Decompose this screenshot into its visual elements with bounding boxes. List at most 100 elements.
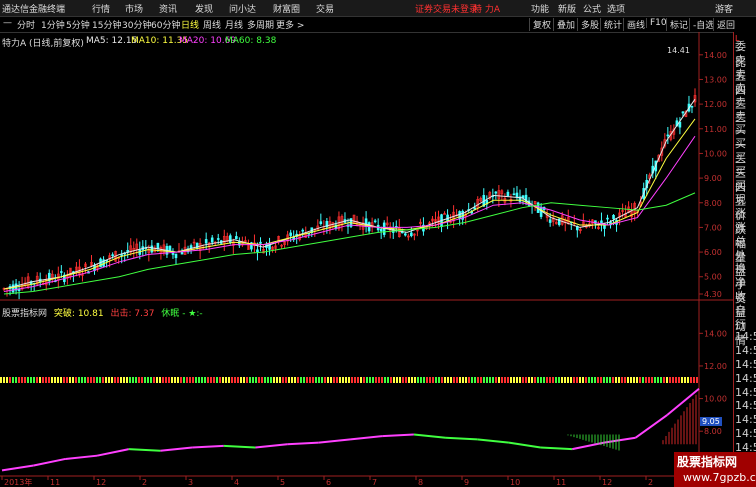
signal-band-cell <box>12 377 14 383</box>
sidebar-item[interactable]: 14:5 <box>735 330 756 343</box>
period-more[interactable]: 更多 > <box>276 18 304 31</box>
menu-caifuquan[interactable]: 财富圈 <box>273 2 300 15</box>
menu-faxian[interactable]: 发现 <box>195 2 213 15</box>
candle-body <box>515 192 519 198</box>
signal-band-cell <box>618 377 620 383</box>
signal-band-cell <box>339 377 341 383</box>
period-fenshi[interactable]: 分时 <box>17 18 35 31</box>
signal-band-cell <box>612 377 614 383</box>
overlay-button[interactable]: 叠加 <box>553 18 575 31</box>
candle-body <box>111 254 114 256</box>
signal-band-cell <box>585 377 587 383</box>
signal-band-cell <box>417 377 419 383</box>
signal-band-cell <box>321 377 323 383</box>
signal-band-cell <box>186 377 188 383</box>
sub-price-tick-label: 12.00 <box>704 362 727 371</box>
period-60min[interactable]: 60分钟 <box>151 18 180 31</box>
signal-band-cell <box>258 377 260 383</box>
menu-xuanxiang[interactable]: 选项 <box>607 2 625 15</box>
watchlist-button[interactable]: -自选 <box>689 18 714 31</box>
period-30min[interactable]: 30分钟 <box>122 18 151 31</box>
indicator-line-segment <box>350 435 383 441</box>
signal-band-cell <box>39 377 41 383</box>
signal-band-cell <box>666 377 668 383</box>
menu-jiaoyi[interactable]: 交易 <box>316 2 334 15</box>
sidebar-item[interactable]: 14:5 <box>735 344 756 357</box>
sidebar-item[interactable]: 14:5 <box>735 372 756 385</box>
sidebar-item[interactable]: 14:5 <box>735 386 756 399</box>
signal-band-cell <box>24 377 26 383</box>
signal-band-cell <box>255 377 257 383</box>
signal-band-cell <box>441 377 443 383</box>
f10-button[interactable]: F10 <box>646 18 667 28</box>
menu-shichang[interactable]: 市场 <box>125 2 143 15</box>
price-tick-label: 11.00 <box>704 125 727 134</box>
login-warning[interactable]: 证券交易未登录 <box>415 2 478 15</box>
time-tick-label: 12 <box>602 478 612 487</box>
signal-band-cell <box>84 377 86 383</box>
signal-band-cell <box>591 377 593 383</box>
signal-band-cell <box>366 377 368 383</box>
signal-band-cell <box>369 377 371 383</box>
time-axis: 2013年11122345678910111223 <box>1 476 699 487</box>
menu-hangqing[interactable]: 行情 <box>92 2 110 15</box>
candle-body <box>120 254 123 256</box>
time-tick-label: 2 <box>648 478 653 487</box>
signal-band-cell <box>384 377 386 383</box>
indicator-line-segment <box>382 433 414 438</box>
multi-stock-button[interactable]: 多股 <box>577 18 599 31</box>
signal-band-cell <box>576 377 578 383</box>
sidebar-item[interactable]: 14:5 <box>735 427 756 440</box>
main-chart-series <box>2 88 697 300</box>
signal-band-cell <box>282 377 284 383</box>
time-tick-label: 3 <box>188 478 193 487</box>
menu-xinban[interactable]: 新版 <box>558 2 576 15</box>
exit-value: 7.37 <box>134 309 155 319</box>
candle-body <box>210 237 214 243</box>
time-tick-label: 2013年 <box>4 477 32 487</box>
signal-band-cell <box>294 377 296 383</box>
app-title: 通达信金融终端 <box>2 5 66 15</box>
kline-chart-area[interactable]: 14.00 13.00 12.00 11.00 10.00 9.00 8.00 7.00 6.0… <box>0 32 733 487</box>
price-tick-label: 6.00 <box>704 248 722 257</box>
candle-body <box>373 220 377 223</box>
fuquan-button[interactable]: 复权 <box>529 18 551 31</box>
indicator-line-segment <box>192 444 224 449</box>
stats-button[interactable]: 统计 <box>600 18 622 31</box>
period-daily[interactable]: 日线 <box>181 18 199 31</box>
period-multi[interactable]: 多周期 <box>247 18 274 31</box>
period-weekly[interactable]: 周线 <box>203 18 221 31</box>
signal-band-cell <box>234 377 236 383</box>
sidebar-item[interactable]: 14:5 <box>735 413 756 426</box>
period-15min[interactable]: 15分钟 <box>92 18 121 31</box>
guest-label[interactable]: 游客 <box>715 2 733 15</box>
signal-band-cell <box>408 377 410 383</box>
signal-band-cell <box>36 377 38 383</box>
candle-body <box>319 221 323 225</box>
sidebar-item[interactable]: 14:5 <box>735 358 756 371</box>
signal-band-cell <box>216 377 218 383</box>
draw-line-button[interactable]: 画线 <box>623 18 645 31</box>
toolbar-menu-icon[interactable]: — <box>3 18 12 28</box>
exit-label: 出击: <box>110 309 132 319</box>
back-button[interactable]: 返回 <box>713 18 735 31</box>
period-1min[interactable]: 1分钟 <box>41 18 65 31</box>
signal-band-cell <box>96 377 98 383</box>
menu-wenxiaoda[interactable]: 问小达 <box>229 2 256 15</box>
signal-band-cell <box>654 377 656 383</box>
period-monthly[interactable]: 月线 <box>225 18 243 31</box>
indicator-line-segment <box>572 441 605 451</box>
menu-gongneng[interactable]: 功能 <box>531 2 549 15</box>
time-tick-label: 7 <box>372 478 377 487</box>
menu-gongshi[interactable]: 公式 <box>583 2 601 15</box>
signal-band-cell <box>405 377 407 383</box>
signal-band-cell <box>261 377 263 383</box>
signal-band-cell <box>210 377 212 383</box>
signal-band-cell <box>423 377 425 383</box>
menu-zixun[interactable]: 资讯 <box>159 2 177 15</box>
price-tick-label: 13.00 <box>704 75 727 84</box>
mark-button[interactable]: 标记 <box>666 18 688 31</box>
sidebar-item[interactable]: 14:5 <box>735 399 756 412</box>
period-5min[interactable]: 5分钟 <box>66 18 90 31</box>
price-tick-label: 5.00 <box>704 273 722 282</box>
